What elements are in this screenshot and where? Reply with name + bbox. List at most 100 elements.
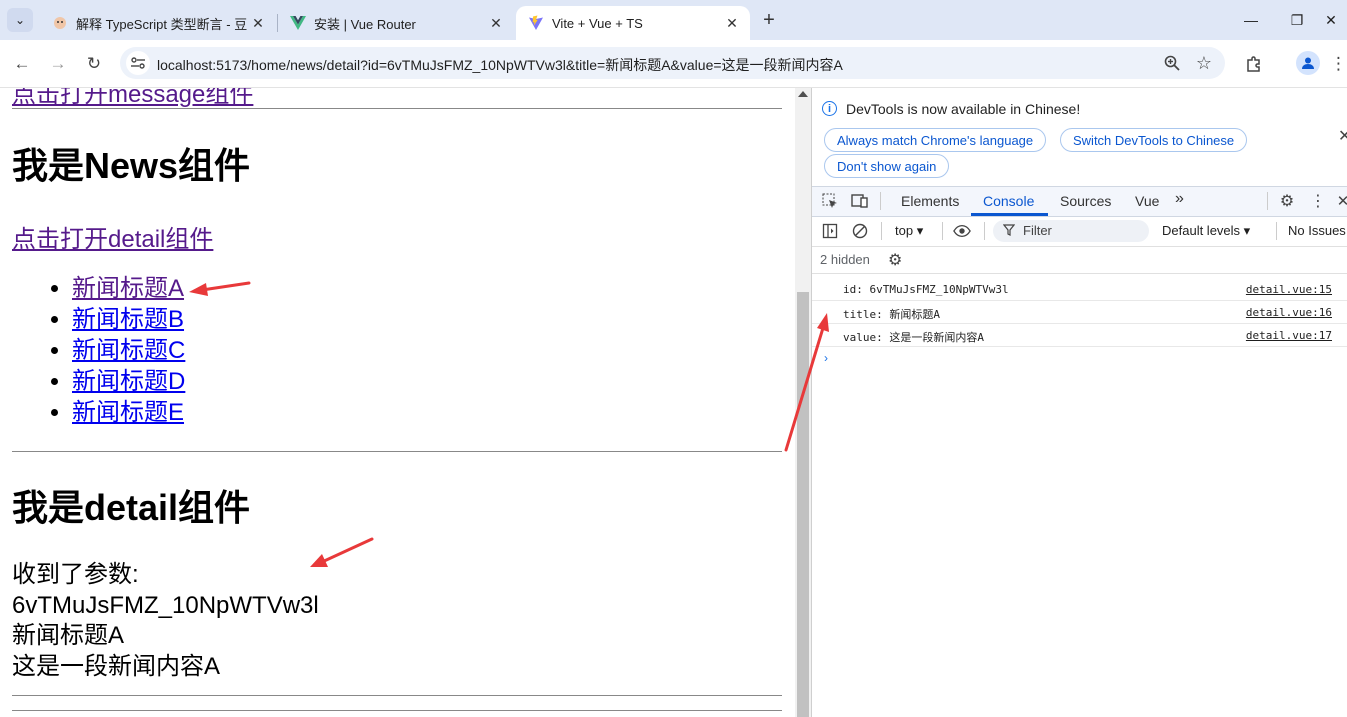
scroll-up-icon[interactable] [798, 91, 808, 97]
news-heading: 我是News组件 [12, 145, 251, 186]
console-settings-gear-icon[interactable]: ⚙ [888, 250, 902, 270]
eye-icon[interactable] [953, 222, 971, 240]
match-language-button[interactable]: Always match Chrome's language [824, 128, 1047, 152]
param-id: 6vTMuJsFMZ_10NpWTVw3l [12, 591, 319, 619]
log-source-link[interactable]: detail.vue:15 [1246, 283, 1332, 296]
divider [1267, 192, 1268, 210]
sidebar-toggle-icon[interactable] [821, 222, 839, 240]
console-prompt-chevron-icon[interactable]: › [824, 351, 828, 365]
context-select[interactable]: top ▾ [895, 223, 923, 239]
inspect-element-icon[interactable] [821, 192, 839, 210]
log-source-link[interactable]: detail.vue:17 [1246, 329, 1332, 342]
param-title: 新闻标题A [12, 622, 125, 649]
news-link-a[interactable]: 新闻标题A [72, 275, 184, 302]
plus-icon: + [763, 8, 775, 31]
log-levels-select[interactable]: Default levels ▾ [1162, 223, 1250, 239]
scroll-thumb[interactable] [797, 292, 809, 717]
dont-show-again-button[interactable]: Don't show again [824, 154, 950, 178]
filter-icon [1002, 224, 1016, 239]
extensions-icon[interactable] [1241, 51, 1267, 77]
more-options-icon[interactable]: ⋮ [1309, 192, 1327, 210]
close-icon[interactable]: ✕ [1338, 126, 1347, 146]
detail-heading: 我是detail组件 [12, 487, 251, 528]
param-value: 这是一段新闻内容A [12, 652, 221, 680]
more-tabs-icon[interactable]: » [1175, 190, 1184, 208]
page-viewport: 点击打开message组件 我是News组件 点击打开detail组件 新闻标题… [0, 88, 795, 717]
divider [880, 192, 881, 210]
restore-icon: ❐ [1290, 11, 1304, 28]
close-tab-icon[interactable]: ✕ [486, 13, 506, 33]
url-text[interactable]: localhost:5173/home/news/detail?id=6vTMu… [157, 55, 843, 75]
news-link-b[interactable]: 新闻标题B [72, 306, 184, 333]
browser-toolbar: ← → ↻ localhost:5173/home/news/detail?id… [0, 40, 1347, 88]
console-log-row: value: 这是一段新闻内容A detail.vue:17 [812, 323, 1347, 347]
restore-button[interactable]: ❐ [1274, 6, 1320, 34]
log-message: value: 这是一段新闻内容A [843, 331, 984, 344]
close-icon: ✕ [1325, 11, 1337, 28]
close-tab-icon[interactable]: ✕ [722, 13, 742, 33]
params-label: 收到了参数: [12, 561, 139, 588]
log-source-link[interactable]: detail.vue:16 [1246, 306, 1332, 319]
news-link-d[interactable]: 新闻标题D [72, 368, 185, 395]
filter-input[interactable]: Filter [993, 220, 1149, 242]
address-bar[interactable]: localhost:5173/home/news/detail?id=6vTMu… [120, 47, 1225, 79]
divider [12, 108, 782, 109]
tab-title: Vite + Vue + TS [552, 15, 643, 31]
site-info-icon[interactable] [126, 51, 150, 75]
tab-title: 解释 TypeScript 类型断言 - 豆 [76, 16, 248, 32]
close-devtools-icon[interactable]: ✕ [1334, 192, 1347, 210]
minimize-button[interactable]: — [1228, 6, 1274, 34]
tab-console[interactable]: Console [983, 193, 1034, 209]
list-item: 新闻标题D [72, 366, 185, 397]
tab-strip: ⌄ 解释 TypeScript 类型断言 - 豆 ✕ 安装 | Vue Rout… [0, 0, 1347, 40]
divider [12, 710, 782, 711]
vite-logo-icon [528, 15, 544, 31]
detail-link[interactable]: 点击打开detail组件 [12, 219, 213, 254]
arrow-right-icon: → [49, 54, 67, 73]
console-log-row: id: 6vTMuJsFMZ_10NpWTVw3l detail.vue:15 [812, 277, 1347, 301]
device-toggle-icon[interactable] [851, 192, 869, 210]
news-link-e[interactable]: 新闻标题E [72, 399, 184, 426]
profile-avatar[interactable] [1296, 51, 1320, 75]
divider [12, 695, 782, 696]
log-message: title: 新闻标题A [843, 308, 940, 321]
tab-vue[interactable]: Vue [1135, 193, 1159, 209]
settings-gear-icon[interactable]: ⚙ [1278, 192, 1296, 210]
divider [881, 222, 882, 240]
list-item: 新闻标题C [72, 335, 185, 366]
tab-vue-router[interactable]: 安装 | Vue Router ✕ [278, 6, 514, 40]
bookmark-star-icon[interactable]: ☆ [1194, 53, 1214, 73]
news-list: 新闻标题A 新闻标题B 新闻标题C 新闻标题D 新闻标题E [12, 273, 185, 428]
forward-button[interactable]: → [45, 51, 71, 77]
filter-placeholder: Filter [1023, 223, 1052, 238]
close-tab-icon[interactable]: ✕ [248, 13, 268, 33]
tab-sources[interactable]: Sources [1060, 193, 1111, 209]
back-button[interactable]: ← [9, 51, 35, 77]
chevron-down-icon: ⌄ [14, 13, 26, 27]
close-window-button[interactable]: ✕ [1315, 6, 1347, 34]
message-link[interactable]: 点击打开message组件 [12, 88, 253, 109]
reload-icon: ↻ [86, 54, 102, 73]
info-icon: i [822, 101, 837, 116]
page-scrollbar[interactable] [795, 88, 811, 717]
switch-chinese-button[interactable]: Switch DevTools to Chinese [1060, 128, 1248, 152]
clear-console-icon[interactable] [851, 222, 869, 240]
reload-button[interactable]: ↻ [81, 51, 107, 77]
tab-search-button[interactable]: ⌄ [7, 8, 33, 32]
doubao-favicon-icon [52, 15, 68, 31]
more-menu-icon[interactable]: ⋮ [1330, 51, 1347, 77]
log-levels-label: Default levels [1162, 223, 1241, 238]
issues-counter[interactable]: No Issues [1288, 223, 1346, 238]
devtools-tabbar: Elements Console Sources Vue » ⚙ ⋮ ✕ [812, 186, 1347, 217]
new-tab-button[interactable]: + [757, 8, 781, 32]
minimize-icon: — [1244, 12, 1258, 28]
log-message: id: 6vTMuJsFMZ_10NpWTVw3l [843, 283, 1009, 296]
tab-typescript[interactable]: 解释 TypeScript 类型断言 - 豆 ✕ [40, 6, 276, 40]
zoom-icon[interactable] [1162, 53, 1182, 73]
news-link-c[interactable]: 新闻标题C [72, 337, 185, 364]
console-toolbar: top ▾ Filter Default levels ▾ No Issues [812, 216, 1347, 247]
divider [1276, 222, 1277, 240]
tab-elements[interactable]: Elements [901, 193, 959, 209]
tab-title: 安装 | Vue Router [314, 16, 416, 32]
tab-vite-vue-ts[interactable]: Vite + Vue + TS ✕ [516, 6, 750, 40]
